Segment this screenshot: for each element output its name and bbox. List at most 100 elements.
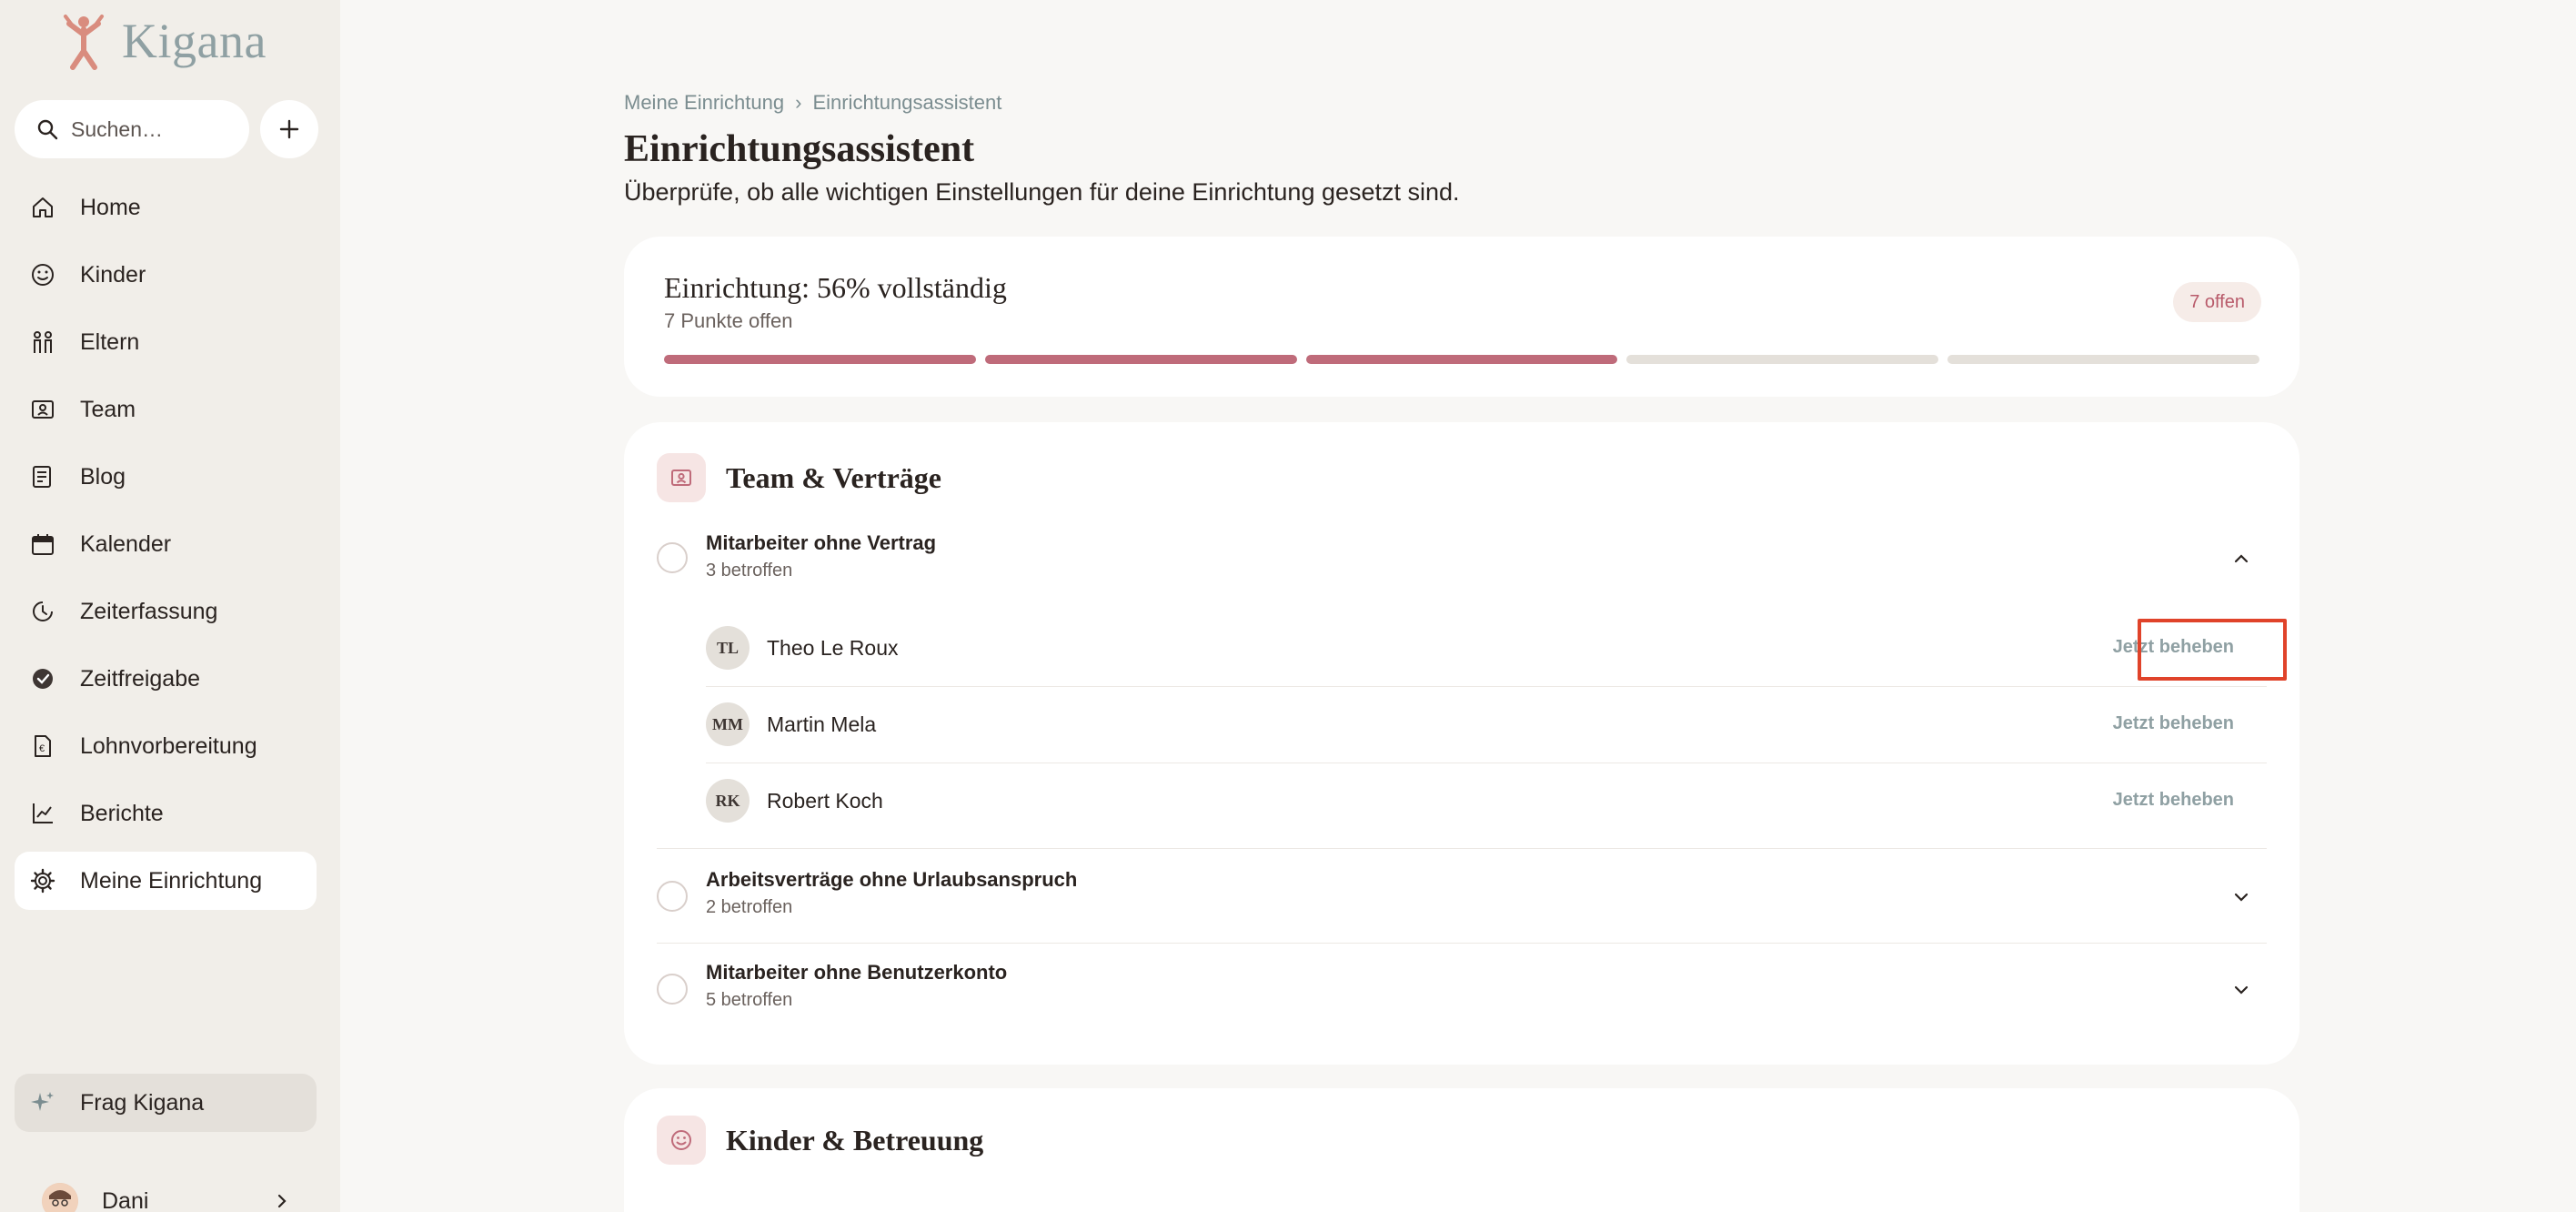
smiley-icon <box>29 261 56 288</box>
fix-now-button[interactable]: Jetzt beheben <box>2113 790 2234 811</box>
chevron-up-icon[interactable] <box>2232 550 2250 568</box>
payroll-icon: € <box>29 732 56 760</box>
sidebar-item-zeitfreigabe[interactable]: Zeitfreigabe <box>15 650 317 708</box>
gear-icon <box>29 867 56 894</box>
ask-kigana-label: Frag Kigana <box>80 1089 205 1116</box>
sparkle-icon <box>31 1092 54 1111</box>
sidebar-item-home[interactable]: Home <box>15 178 317 237</box>
highlight-box <box>2138 619 2287 681</box>
avatar: TL <box>706 626 750 670</box>
check-item-title: Mitarbeiter ohne Vertrag <box>706 531 937 554</box>
person-name: Martin Mela <box>767 712 877 736</box>
page-title: Einrichtungsassistent <box>624 128 975 170</box>
chart-icon <box>29 800 56 827</box>
sidebar-item-label: Home <box>80 194 141 220</box>
sidebar-item-label: Zeiterfassung <box>80 598 218 624</box>
progress-card: Einrichtung: 56% vollständig 7 Punkte of… <box>624 237 2299 397</box>
section-title: Team & Verträge <box>726 460 941 494</box>
breadcrumb: Meine Einrichtung › Einrichtungsassistent <box>624 91 1001 115</box>
sidebar-item-eltern[interactable]: Eltern <box>15 313 317 371</box>
blog-icon <box>29 463 56 490</box>
list-item: TL Theo Le Roux Jetzt beheben <box>706 610 2234 686</box>
section-title: Kinder & Betreuung <box>726 1123 984 1156</box>
progress-title: Einrichtung: 56% vollständig <box>664 271 1007 304</box>
chevron-down-icon[interactable] <box>2232 981 2250 999</box>
divider <box>657 848 2267 849</box>
progress-bar <box>664 355 2259 364</box>
check-item-mitarbeiter-ohne-vertrag[interactable]: Mitarbeiter ohne Vertrag 3 betroffen <box>657 524 2267 593</box>
sidebar-nav: Home Kinder Eltern Team Blog Kalender Ze… <box>15 178 317 919</box>
ask-kigana-button[interactable]: Frag Kigana <box>15 1074 317 1132</box>
team-icon <box>657 453 706 502</box>
progress-segment <box>984 355 1297 364</box>
calendar-icon <box>29 530 56 558</box>
user-name: Dani <box>102 1187 149 1212</box>
sidebar-item-label: Team <box>80 396 136 422</box>
sidebar-item-label: Zeitfreigabe <box>80 665 201 692</box>
person-name: Robert Koch <box>767 789 883 813</box>
progress-segment <box>1947 355 2259 364</box>
check-item-subtitle: 2 betroffen <box>706 897 793 917</box>
search-icon <box>37 119 58 140</box>
status-circle-icon <box>657 542 688 573</box>
open-count-badge: 7 offen <box>2173 282 2261 322</box>
chevron-right-icon <box>277 1194 287 1208</box>
family-icon <box>29 328 56 356</box>
plus-icon <box>279 119 299 139</box>
breadcrumb-separator: › <box>795 91 802 114</box>
section-team-vertraege: Team & Verträge Mitarbeiter ohne Vertrag… <box>624 422 2299 1065</box>
sidebar-item-meine-einrichtung[interactable]: Meine Einrichtung <box>15 852 317 910</box>
search-input[interactable] <box>71 116 244 142</box>
status-circle-icon <box>657 881 688 912</box>
svg-text:€: € <box>39 743 45 754</box>
breadcrumb-parent-link[interactable]: Meine Einrichtung <box>624 91 784 114</box>
user-menu[interactable]: Dani <box>15 1174 317 1212</box>
list-item: MM Martin Mela Jetzt beheben <box>706 686 2234 763</box>
smiley-icon <box>657 1116 706 1165</box>
search-box[interactable] <box>15 100 249 158</box>
check-item-subtitle: 5 betroffen <box>706 990 793 1010</box>
sidebar-item-kalender[interactable]: Kalender <box>15 515 317 573</box>
logo[interactable]: Kigana <box>58 9 267 73</box>
sidebar-item-label: Berichte <box>80 800 164 826</box>
sidebar: Kigana Home Kinder <box>0 0 340 1212</box>
clock-icon <box>29 598 56 625</box>
section-header: Kinder & Betreuung <box>657 1116 983 1165</box>
sidebar-item-label: Lohnvorbereitung <box>80 732 257 759</box>
home-icon <box>29 194 56 221</box>
sidebar-item-label: Blog <box>80 463 126 490</box>
sidebar-item-kinder[interactable]: Kinder <box>15 246 317 304</box>
check-circle-icon <box>29 665 56 692</box>
sidebar-item-zeiterfassung[interactable]: Zeiterfassung <box>15 582 317 641</box>
sidebar-item-blog[interactable]: Blog <box>15 448 317 506</box>
check-item-mitarbeiter-ohne-benutzerkonto[interactable]: Mitarbeiter ohne Benutzerkonto 5 betroff… <box>657 948 2267 1035</box>
progress-segment <box>1626 355 1939 364</box>
progress-subtitle: 7 Punkte offen <box>664 309 793 332</box>
status-circle-icon <box>657 974 688 1005</box>
page-subtitle: Überprüfe, ob alle wichtigen Einstellung… <box>624 178 1460 206</box>
progress-segment <box>664 355 976 364</box>
sidebar-item-team[interactable]: Team <box>15 380 317 439</box>
sidebar-item-label: Kalender <box>80 530 172 557</box>
avatar: RK <box>706 779 750 823</box>
section-header: Team & Verträge <box>657 453 941 502</box>
divider <box>657 943 2267 944</box>
list-item: RK Robert Koch Jetzt beheben <box>706 763 2234 839</box>
check-item-title: Arbeitsverträge ohne Urlaubsanspruch <box>706 868 1078 891</box>
progress-segment <box>1305 355 1618 364</box>
avatar <box>42 1183 78 1212</box>
sidebar-item-berichte[interactable]: Berichte <box>15 784 317 843</box>
check-item-subtitle: 3 betroffen <box>706 561 793 581</box>
chevron-down-icon[interactable] <box>2232 888 2250 906</box>
check-item-title: Mitarbeiter ohne Benutzerkonto <box>706 961 1008 984</box>
check-item-arbeitsvertraege-ohne-urlaubsanspruch[interactable]: Arbeitsverträge ohne Urlaubsanspruch 2 b… <box>657 853 2267 941</box>
sidebar-item-label: Eltern <box>80 328 140 355</box>
sidebar-item-lohnvorbereitung[interactable]: € Lohnvorbereitung <box>15 717 317 775</box>
sidebar-item-label: Meine Einrichtung <box>80 867 263 894</box>
person-name: Theo Le Roux <box>767 636 899 660</box>
fix-now-button[interactable]: Jetzt beheben <box>2113 713 2234 734</box>
add-button[interactable] <box>260 100 318 158</box>
kigana-logo-icon <box>64 15 104 70</box>
team-icon <box>29 396 56 423</box>
section-kinder-betreuung: Kinder & Betreuung <box>624 1088 2299 1212</box>
